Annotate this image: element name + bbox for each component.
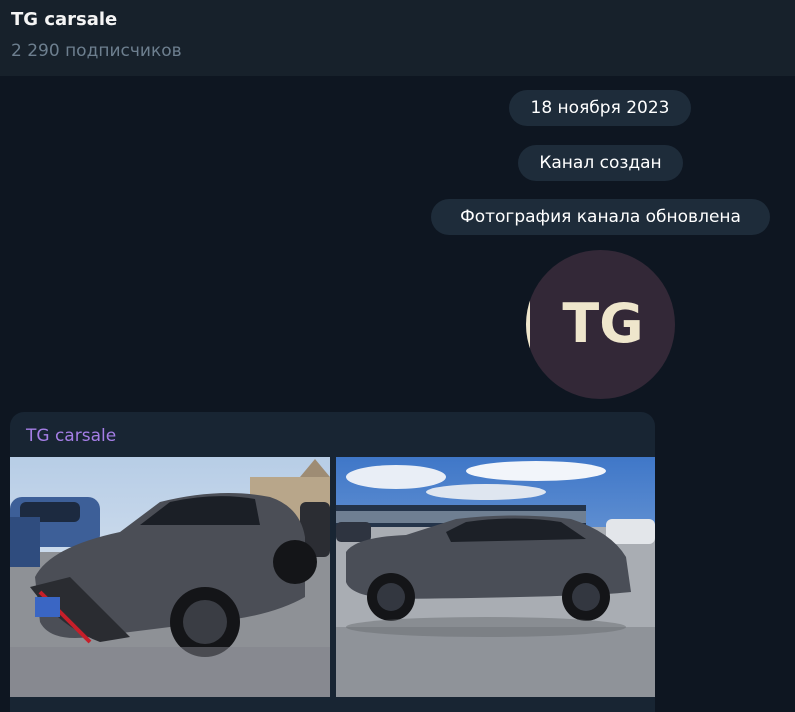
- date-separator: 18 ноября 2023: [509, 90, 691, 126]
- tg-logo: TG: [562, 292, 643, 355]
- service-message-photo-updated: Фотография канала обновлена: [431, 199, 770, 235]
- subscriber-count: 2 290 подписчиков: [11, 41, 182, 61]
- channel-post[interactable]: TG carsale: [10, 412, 655, 712]
- tg-logo-text: TG: [562, 292, 643, 355]
- service-message-channel-created: Канал создан: [518, 145, 683, 181]
- car-front-quarter-photo[interactable]: [10, 457, 330, 697]
- avatar-edge-stripe: [526, 300, 530, 350]
- post-author[interactable]: TG carsale: [26, 426, 116, 446]
- channel-header[interactable]: TG carsale 2 290 подписчиков: [0, 0, 795, 76]
- channel-title[interactable]: TG carsale: [11, 9, 117, 30]
- channel-photo[interactable]: TG: [526, 250, 675, 399]
- car-side-photo[interactable]: [336, 457, 655, 697]
